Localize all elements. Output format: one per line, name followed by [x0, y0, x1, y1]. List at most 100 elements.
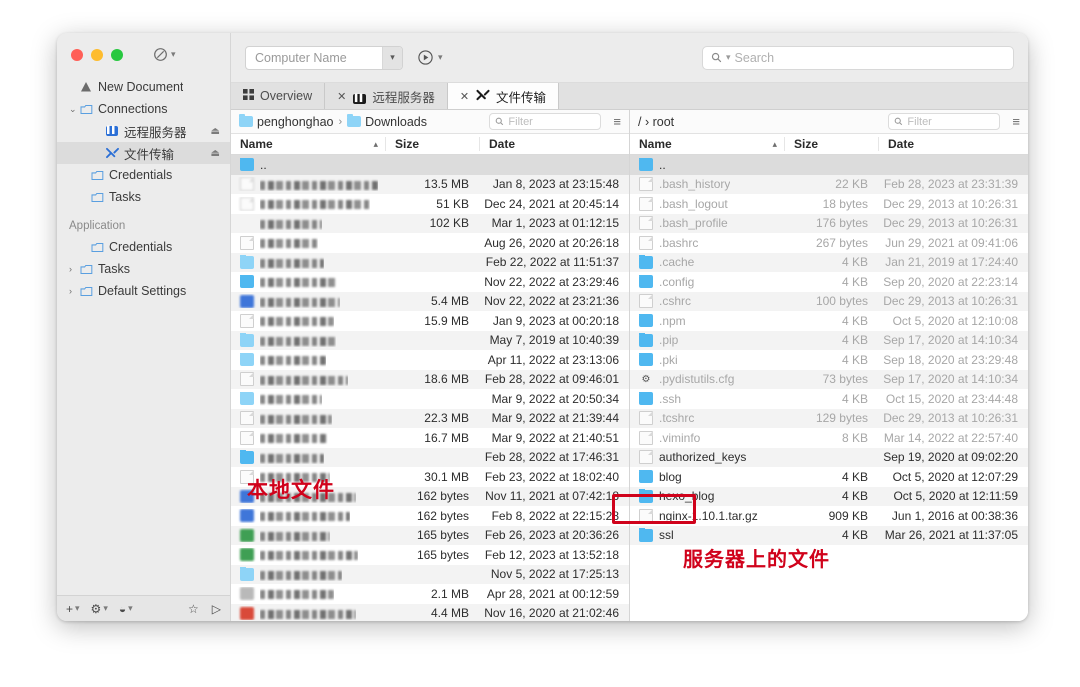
table-row[interactable]: 162 bytes Nov 11, 2021 at 07:42:18 [231, 486, 629, 506]
table-row[interactable]: 5.4 MB Nov 22, 2022 at 23:21:36 [231, 291, 629, 311]
column-header-name[interactable]: Name ▴ [231, 137, 385, 151]
table-row[interactable]: authorized_keys Sep 19, 2020 at 09:02:20 [630, 447, 1028, 467]
maximize-button[interactable] [111, 48, 123, 61]
table-row[interactable]: 16.7 MB Mar 9, 2022 at 21:40:51 [231, 428, 629, 448]
remote-filter-input[interactable]: Filter [888, 113, 1001, 130]
file-date-cell: Sep 18, 2020 at 23:29:48 [883, 352, 1018, 367]
table-row[interactable]: .bash_logout 18 bytes Dec 29, 2013 at 10:2… [630, 194, 1028, 214]
chevron-icon[interactable]: › [69, 286, 80, 296]
table-row[interactable]: 2.1 MB Apr 28, 2021 at 00:12:59 [231, 584, 629, 604]
table-row[interactable]: ssl 4 KB Mar 26, 2021 at 11:37:05 [630, 525, 1028, 545]
plus-icon[interactable]: + ▾ [66, 602, 80, 616]
table-row[interactable]: 13.5 MB Jan 8, 2023 at 23:15:48 [231, 174, 629, 194]
sidebar-item-远程服务器[interactable]: ▌▌ 远程服务器 ⏏ [57, 120, 230, 142]
breadcrumb-item-0[interactable]: penghonghao [239, 114, 333, 129]
sidebar-item-Credentials[interactable]: Credentials [57, 236, 230, 258]
sidebar-item-Connections[interactable]: ⌄ Connections [57, 98, 230, 120]
file-name-cell [231, 333, 385, 347]
tab-文件传输[interactable]: ✕ 文件传输 [447, 83, 560, 109]
table-row[interactable]: .viminfo 8 KB Mar 14, 2022 at 22:57:40 [630, 428, 1028, 448]
table-row[interactable]: .ssh 4 KB Oct 15, 2020 at 23:44:48 [630, 389, 1028, 409]
table-row[interactable]: 51 KB Dec 24, 2021 at 20:45:14 [231, 194, 629, 214]
file-date-cell: Feb 23, 2022 at 18:02:40 [484, 469, 619, 484]
table-row[interactable]: .. [630, 155, 1028, 175]
list-view-icon[interactable]: ≡ [613, 115, 621, 128]
table-row[interactable]: Apr 11, 2022 at 23:13:06 [231, 350, 629, 370]
remote-path-label[interactable]: / › root [638, 115, 674, 129]
table-row[interactable]: 18.6 MB Feb 28, 2022 at 09:46:01 [231, 369, 629, 389]
main-area: Computer Name ▾ ▾ ▾ Search Overview ✕ ▌▌… [231, 33, 1028, 621]
table-row[interactable]: 30.1 MB Feb 23, 2022 at 18:02:40 [231, 467, 629, 487]
table-row[interactable]: hexo_blog 4 KB Oct 5, 2020 at 12:11:59 [630, 486, 1028, 506]
table-row[interactable]: Mar 9, 2022 at 20:50:34 [231, 389, 629, 409]
sidebar-item-Tasks[interactable]: › Tasks [57, 258, 230, 280]
table-row[interactable]: .npm 4 KB Oct 5, 2020 at 12:10:08 [630, 311, 1028, 331]
table-row[interactable]: Feb 28, 2022 at 17:46:31 [231, 447, 629, 467]
table-row[interactable]: 162 bytes Feb 8, 2022 at 22:15:28 [231, 506, 629, 526]
sidebar-item-Tasks[interactable]: Tasks [57, 186, 230, 208]
table-row[interactable]: Nov 5, 2022 at 17:25:13 [231, 564, 629, 584]
column-header-size[interactable]: Size [385, 137, 479, 151]
run-button[interactable]: ▾ [417, 49, 443, 66]
table-row[interactable]: May 7, 2019 at 10:40:39 [231, 330, 629, 350]
tab-Overview[interactable]: Overview [231, 83, 326, 109]
list-view-icon[interactable]: ≡ [1012, 115, 1020, 128]
table-row[interactable]: .pip 4 KB Sep 17, 2020 at 14:10:34 [630, 330, 1028, 350]
search-input[interactable]: ▾ Search [702, 45, 1014, 70]
sidebar-item-New Document[interactable]: New Document [57, 76, 230, 98]
table-row[interactable]: Feb 22, 2022 at 11:51:37 [231, 252, 629, 272]
file-date-cell: Sep 17, 2020 at 14:10:34 [883, 333, 1018, 348]
table-row[interactable]: blog 4 KB Oct 5, 2020 at 12:07:29 [630, 467, 1028, 487]
breadcrumb-item-1[interactable]: Downloads [347, 114, 427, 129]
tab-远程服务器[interactable]: ✕ ▌▌ 远程服务器 [325, 83, 448, 109]
close-button[interactable] [71, 48, 83, 61]
table-row[interactable]: 102 KB Mar 1, 2023 at 01:12:15 [231, 213, 629, 233]
table-row[interactable]: .cache 4 KB Jan 21, 2019 at 17:24:40 [630, 252, 1028, 272]
table-row[interactable]: 165 bytes Feb 12, 2023 at 13:52:18 [231, 545, 629, 565]
file-name-label [260, 275, 338, 289]
table-row[interactable]: .. [231, 155, 629, 175]
table-row[interactable]: .bash_profile 176 bytes Dec 29, 2013 at 10… [630, 213, 1028, 233]
table-row[interactable]: .bash_history 22 KB Feb 28, 2023 at 23:31:… [630, 174, 1028, 194]
sidebar-item-文件传输[interactable]: 文件传输 ⏏ [57, 142, 230, 164]
table-row[interactable]: .bashrc 267 bytes Jun 29, 2021 at 09:41:06 [630, 233, 1028, 253]
chevron-icon[interactable]: ⌄ [69, 104, 80, 115]
compass-icon[interactable]: ▾ [153, 47, 176, 62]
star-icon[interactable]: ☆ [188, 602, 199, 616]
sync-icon[interactable]: ◒ ▾ [119, 602, 133, 616]
table-row[interactable]: 165 bytes Feb 26, 2023 at 20:36:26 [231, 525, 629, 545]
gear-icon[interactable]: ⚙ ▾ [91, 602, 108, 616]
table-row[interactable]: Aug 26, 2020 at 20:26:18 [231, 233, 629, 253]
chevron-down-icon[interactable]: ▾ [726, 52, 731, 63]
local-filter-input[interactable]: Filter [489, 113, 602, 130]
tab-label: Overview [260, 89, 313, 103]
eject-icon[interactable]: ⏏ [211, 148, 220, 159]
table-row[interactable]: .config 4 KB Sep 20, 2020 at 22:23:14 [630, 272, 1028, 292]
table-row[interactable]: Nov 22, 2022 at 23:29:46 [231, 272, 629, 292]
table-row[interactable]: nginx-1.10.1.tar.gz 909 KB Jun 1, 2016 at … [630, 506, 1028, 526]
eject-icon[interactable]: ⏏ [211, 126, 220, 137]
file-name-label [260, 216, 322, 230]
table-row[interactable]: 15.9 MB Jan 9, 2023 at 00:20:18 [231, 311, 629, 331]
table-row[interactable]: .tcshrc 129 bytes Dec 29, 2013 at 10:26:31 [630, 408, 1028, 428]
column-header-date[interactable]: Date [479, 137, 629, 151]
sidebar-item-Default Settings[interactable]: › Default Settings [57, 280, 230, 302]
table-row[interactable]: 4.4 MB Nov 16, 2020 at 21:02:46 [231, 603, 629, 621]
column-header-size[interactable]: Size [784, 137, 878, 151]
table-row[interactable]: 22.3 MB Mar 9, 2022 at 21:39:44 [231, 408, 629, 428]
minimize-button[interactable] [91, 48, 103, 61]
chevron-icon[interactable]: › [69, 264, 80, 274]
play-icon[interactable]: ▷ [212, 602, 221, 616]
computer-name-input[interactable]: Computer Name ▾ [245, 45, 403, 70]
column-header-date[interactable]: Date [878, 137, 1028, 151]
column-header-name[interactable]: Name ▴ [630, 137, 784, 151]
table-row[interactable]: .cshrc 100 bytes Dec 29, 2013 at 10:26:31 [630, 291, 1028, 311]
chevron-down-icon[interactable]: ▾ [382, 46, 402, 69]
table-row[interactable]: .pki 4 KB Sep 18, 2020 at 23:29:48 [630, 350, 1028, 370]
close-icon[interactable]: ✕ [460, 90, 469, 103]
chevron-down-icon[interactable]: ▾ [171, 49, 176, 60]
table-row[interactable]: ⚙ .pydistutils.cfg 73 bytes Sep 17, 2020 at… [630, 369, 1028, 389]
chevron-down-icon[interactable]: ▾ [438, 52, 443, 63]
sidebar-item-Credentials[interactable]: Credentials [57, 164, 230, 186]
close-icon[interactable]: ✕ [337, 90, 346, 103]
